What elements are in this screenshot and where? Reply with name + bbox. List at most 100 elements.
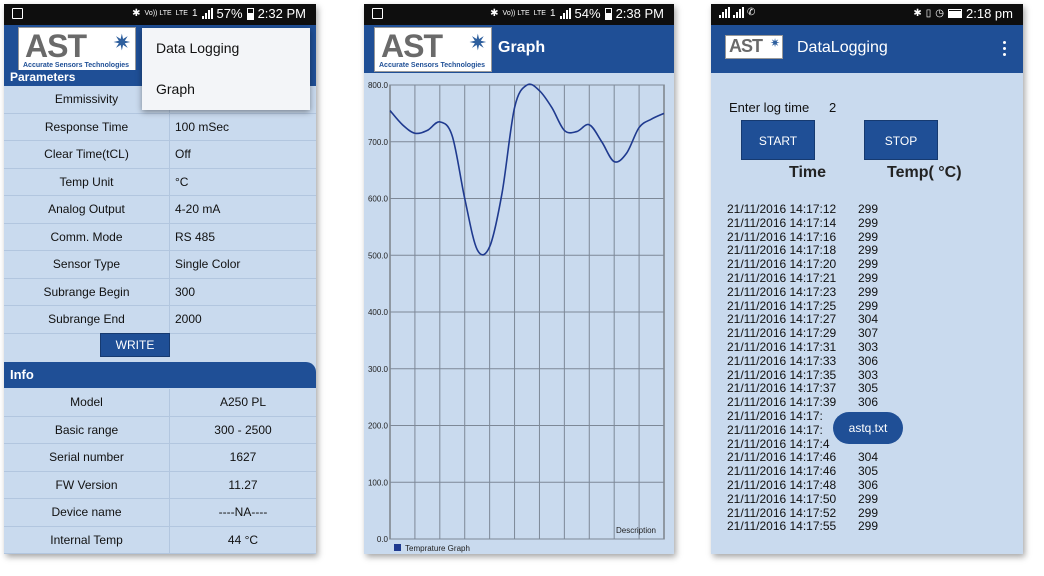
log-row-time: 21/11/2016 14:17:23 bbox=[727, 284, 837, 299]
log-row-temp: 303 bbox=[858, 367, 879, 382]
overflow-menu-icon[interactable] bbox=[1003, 41, 1007, 59]
signal-icon bbox=[559, 8, 571, 19]
log-row-time: 21/11/2016 14:17:14 bbox=[727, 215, 837, 230]
status-bar: ✱ Vo)) LTE LTE 1 57% 2:32 PM bbox=[4, 4, 316, 25]
menu-item-data-logging[interactable]: Data Logging bbox=[142, 28, 310, 69]
y-tick-label: 600.0 bbox=[368, 195, 389, 204]
y-tick-label: 200.0 bbox=[368, 422, 389, 431]
log-time-input[interactable]: 2 bbox=[829, 100, 836, 115]
bluetooth-icon: ✱ bbox=[132, 7, 141, 19]
log-row-time: 21/11/2016 14:17: bbox=[727, 409, 823, 423]
log-row-time: 21/11/2016 14:17: bbox=[727, 422, 823, 437]
log-row-time: 21/11/2016 14:17:27 bbox=[727, 312, 837, 327]
log-row-time: 21/11/2016 14:17:35 bbox=[727, 367, 837, 382]
lte-icon: LTE bbox=[533, 10, 546, 17]
y-tick-label: 500.0 bbox=[368, 251, 389, 260]
status-bar: ✆ ✱ ▯ ◷ 2:18 pm bbox=[711, 4, 1023, 25]
log-row-time: 21/11/2016 14:17:52 bbox=[727, 505, 837, 520]
param-row[interactable]: Clear Time(tCL) Off bbox=[4, 141, 316, 169]
log-row-time: 21/11/2016 14:17:46 bbox=[727, 464, 837, 479]
toast-message: astq.txt bbox=[833, 412, 903, 444]
log-row-time: 21/11/2016 14:17:50 bbox=[727, 491, 837, 506]
log-row-temp: 299 bbox=[858, 284, 879, 299]
status-bar: ✱ Vo)) LTE LTE 1 54% 2:38 PM bbox=[364, 4, 674, 25]
bluetooth-icon: ✱ bbox=[913, 7, 922, 19]
log-row-temp: 304 bbox=[858, 312, 879, 327]
info-row: Device name ----NA---- bbox=[4, 499, 316, 527]
clock: 2:38 PM bbox=[615, 6, 664, 21]
start-button[interactable]: START bbox=[741, 120, 815, 160]
volte-icon: Vo)) LTE bbox=[502, 10, 530, 17]
info-row: Model A250 PL bbox=[4, 389, 316, 417]
info-table: Model A250 PL Basic range 300 - 2500 Seria… bbox=[4, 389, 316, 554]
y-tick-label: 100.0 bbox=[368, 478, 389, 487]
lte-icon: LTE bbox=[175, 10, 188, 17]
signal-icon bbox=[201, 8, 213, 19]
log-row-time: 21/11/2016 14:17:25 bbox=[727, 298, 837, 313]
log-row-time: 21/11/2016 14:17:48 bbox=[727, 478, 837, 492]
stop-button[interactable]: STOP bbox=[864, 120, 938, 160]
param-row[interactable]: Temp Unit °C bbox=[4, 168, 316, 196]
log-row-temp: 299 bbox=[858, 271, 879, 285]
ast-logo: AST ✷ bbox=[725, 35, 783, 59]
battery-icon bbox=[604, 7, 612, 20]
write-button[interactable]: WRITE bbox=[100, 333, 170, 357]
clock: 2:32 PM bbox=[257, 6, 306, 21]
log-row-time: 21/11/2016 14:17:55 bbox=[727, 519, 837, 534]
log-row-time: 21/11/2016 14:17:20 bbox=[727, 257, 837, 272]
log-row-time: 21/11/2016 14:17:37 bbox=[727, 381, 837, 396]
info-row: Serial number 1627 bbox=[4, 444, 316, 472]
log-row-temp: 305 bbox=[858, 464, 879, 479]
param-row[interactable]: Analog Output 4-20 mA bbox=[4, 196, 316, 224]
log-row-temp: 299 bbox=[858, 519, 879, 534]
legend-swatch bbox=[394, 544, 401, 551]
parameters-table: Emmissivity Response Time 100 mSec Clear … bbox=[4, 86, 316, 334]
clock: 2:18 pm bbox=[966, 6, 1013, 21]
log-row-temp: 299 bbox=[858, 229, 879, 244]
info-row: FW Version 11.27 bbox=[4, 471, 316, 499]
alarm-icon: ◷ bbox=[935, 7, 945, 19]
temp-column-header: Temp( °C) bbox=[887, 164, 962, 181]
phone-call-icon: ✆ bbox=[747, 6, 756, 18]
log-row-temp: 307 bbox=[858, 326, 879, 341]
param-row[interactable]: Response Time 100 mSec bbox=[4, 113, 316, 141]
log-row-temp: 306 bbox=[858, 395, 879, 410]
y-tick-label: 400.0 bbox=[368, 308, 389, 317]
info-row: Internal Temp 44 °C bbox=[4, 526, 316, 554]
battery-percent: 57% bbox=[216, 6, 243, 21]
legend-label: Temprature Graph bbox=[405, 544, 470, 553]
notification-icon bbox=[372, 8, 383, 19]
log-row-time: 21/11/2016 14:17:46 bbox=[727, 450, 837, 465]
log-row-time: 21/11/2016 14:17:21 bbox=[727, 271, 837, 285]
info-heading: Info bbox=[4, 362, 316, 388]
log-row-time: 21/11/2016 14:17:33 bbox=[727, 353, 837, 368]
signal-icon bbox=[719, 7, 730, 18]
log-row-temp: 299 bbox=[858, 215, 879, 230]
param-row[interactable]: Subrange Begin 300 bbox=[4, 278, 316, 306]
battery-percent: 54% bbox=[574, 6, 601, 21]
y-tick-label: 800.0 bbox=[368, 81, 389, 90]
log-row-time: 21/11/2016 14:17:16 bbox=[727, 229, 837, 244]
param-row[interactable]: Subrange End 2000 bbox=[4, 306, 316, 334]
vibrate-icon: ▯ bbox=[925, 7, 932, 19]
log-row-temp: 299 bbox=[858, 491, 879, 506]
log-row-time: 21/11/2016 14:17:12 bbox=[727, 202, 837, 216]
param-row[interactable]: Sensor Type Single Color bbox=[4, 251, 316, 279]
log-row-temp: 299 bbox=[858, 243, 879, 258]
menu-item-graph[interactable]: Graph bbox=[142, 69, 310, 110]
temperature-chart: 0.0 100.0 200.0 300.0 400.0 500.0 600.0 700.0 80… bbox=[364, 73, 674, 554]
app-bar: AST ✷ DataLogging bbox=[711, 25, 1023, 73]
log-row-time: 21/11/2016 14:17:31 bbox=[727, 340, 837, 354]
chart-svg: 0.0 100.0 200.0 300.0 400.0 500.0 600.0 700.0 80… bbox=[368, 81, 665, 553]
volte-icon: Vo)) LTE bbox=[144, 10, 172, 17]
signal-icon-2 bbox=[733, 7, 744, 18]
ast-logo: AST ✷ Accurate Sensors Technologies bbox=[18, 27, 136, 72]
log-row-temp: 299 bbox=[858, 202, 879, 216]
screen-title: DataLogging bbox=[797, 39, 888, 56]
y-tick-label: 300.0 bbox=[368, 365, 389, 374]
ast-logo: AST ✷ Accurate Sensors Technologies bbox=[374, 27, 492, 72]
param-row[interactable]: Comm. Mode RS 485 bbox=[4, 223, 316, 251]
battery-icon bbox=[948, 9, 963, 18]
log-row-time: 21/11/2016 14:17:39 bbox=[727, 395, 837, 410]
time-column-header: Time bbox=[789, 164, 827, 181]
